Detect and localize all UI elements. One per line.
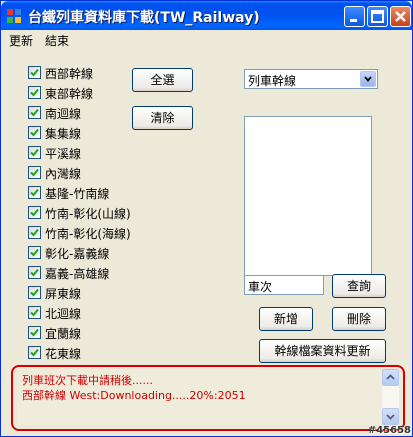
app-icon bbox=[7, 9, 21, 23]
checkbox-label: 花東線 bbox=[45, 347, 82, 361]
checkbox-box[interactable] bbox=[28, 286, 41, 299]
checkmark-icon bbox=[30, 108, 39, 117]
checkmark-icon bbox=[30, 88, 39, 97]
main-panel: 西部幹線東部幹線南迴線集集線平溪線內灣線基隆-竹南線竹南-彰化(山線) 竹南-彰化… bbox=[1, 48, 412, 436]
checkbox-label: 內灣線 bbox=[45, 167, 82, 181]
menu-bar: 更新 結束 bbox=[1, 30, 412, 48]
app-window: 台鐵列車資料庫下載(TW_Railway) 更新 結束 西部幹線東部幹線南迴線集… bbox=[0, 0, 413, 437]
checkbox-box[interactable] bbox=[28, 186, 41, 199]
delete-button[interactable]: 刪除 bbox=[332, 307, 386, 331]
menu-exit[interactable]: 結束 bbox=[45, 32, 69, 49]
checkbox-box[interactable] bbox=[28, 126, 41, 139]
minimize-button[interactable] bbox=[344, 6, 365, 27]
checkbox-box[interactable] bbox=[28, 166, 41, 179]
checkbox-label: 平溪線 bbox=[45, 147, 82, 161]
checkbox-label: 宜蘭線 bbox=[45, 327, 82, 341]
checkbox-box[interactable] bbox=[28, 86, 41, 99]
checkmark-icon bbox=[30, 248, 39, 257]
chevron-up-icon bbox=[386, 374, 395, 380]
checkbox-box[interactable] bbox=[28, 306, 41, 319]
menu-update[interactable]: 更新 bbox=[9, 32, 33, 49]
scroll-down-button[interactable] bbox=[382, 408, 399, 425]
checkmark-icon bbox=[30, 168, 39, 177]
window-title: 台鐵列車資料庫下載(TW_Railway) bbox=[28, 10, 260, 26]
line-select[interactable]: 列車幹線 bbox=[244, 69, 378, 89]
checkmark-icon bbox=[30, 68, 39, 77]
checkbox-box[interactable] bbox=[28, 146, 41, 159]
checkbox-box[interactable] bbox=[28, 246, 41, 259]
checkmark-icon bbox=[30, 348, 39, 357]
checkbox-box[interactable] bbox=[28, 206, 41, 219]
checkbox-box[interactable] bbox=[28, 226, 41, 239]
chevron-down-icon[interactable] bbox=[360, 71, 376, 87]
line-select-value: 列車幹線 bbox=[248, 74, 297, 88]
checkmark-icon bbox=[30, 148, 39, 157]
log-textbox[interactable]: 列車班次下載中請稍後...... 西部幹線 West:Downloading..… bbox=[17, 369, 399, 425]
select-all-button[interactable]: 全選 bbox=[132, 68, 193, 92]
checkmark-icon bbox=[30, 288, 39, 297]
query-button[interactable]: 查詢 bbox=[332, 274, 386, 298]
checkbox-label: 西部幹線 bbox=[45, 67, 94, 81]
checkmark-icon bbox=[30, 228, 39, 237]
checkmark-icon bbox=[30, 268, 39, 277]
checkbox-label: 竹南-彰化(海線) bbox=[45, 227, 131, 241]
maximize-button[interactable] bbox=[367, 6, 388, 27]
checkbox-label: 嘉義-高雄線 bbox=[45, 267, 110, 281]
checkbox-label: 集集線 bbox=[45, 127, 82, 141]
close-icon bbox=[395, 11, 406, 22]
update-files-button[interactable]: 幹線檔案資料更新 bbox=[259, 339, 386, 363]
checkbox-box[interactable] bbox=[28, 106, 41, 119]
log-line-1: 列車班次下載中請稍後...... bbox=[22, 374, 153, 387]
checkbox-box[interactable] bbox=[28, 326, 41, 339]
checkmark-icon bbox=[30, 308, 39, 317]
watermark: #45658 bbox=[367, 425, 411, 436]
clear-button[interactable]: 清除 bbox=[132, 106, 193, 130]
checkmark-icon bbox=[30, 208, 39, 217]
checkbox-box[interactable] bbox=[28, 266, 41, 279]
log-highlight: 列車班次下載中請稍後...... 西部幹線 West:Downloading..… bbox=[11, 365, 405, 431]
scroll-up-button[interactable] bbox=[382, 369, 399, 386]
log-line-2: 西部幹線 West:Downloading.....20%:2051 bbox=[22, 389, 246, 402]
checkbox-label: 東部幹線 bbox=[45, 87, 94, 101]
checkbox-label: 北迴線 bbox=[45, 307, 82, 321]
log-scrollbar[interactable] bbox=[382, 369, 399, 425]
checkbox-label: 南迴線 bbox=[45, 107, 82, 121]
checkmark-icon bbox=[30, 328, 39, 337]
checkbox-label: 竹南-彰化(山線) bbox=[45, 207, 131, 221]
result-listbox[interactable] bbox=[244, 116, 372, 276]
title-bar[interactable]: 台鐵列車資料庫下載(TW_Railway) bbox=[1, 1, 412, 30]
add-button[interactable]: 新增 bbox=[259, 307, 313, 331]
checkmark-icon bbox=[30, 128, 39, 137]
minimize-icon bbox=[350, 19, 357, 22]
checkbox-box[interactable] bbox=[28, 346, 41, 359]
train-number-input[interactable]: 車次 bbox=[244, 275, 324, 295]
chevron-down-icon bbox=[386, 414, 395, 420]
maximize-icon bbox=[371, 10, 384, 23]
checkbox-box[interactable] bbox=[28, 66, 41, 79]
close-button[interactable] bbox=[390, 6, 411, 27]
checkmark-icon bbox=[30, 188, 39, 197]
checkbox-label: 屏東線 bbox=[45, 287, 82, 301]
checkbox-label: 基隆-竹南線 bbox=[45, 187, 110, 201]
train-number-value: 車次 bbox=[248, 280, 273, 294]
checkbox-label: 彰化-嘉義線 bbox=[45, 247, 110, 261]
